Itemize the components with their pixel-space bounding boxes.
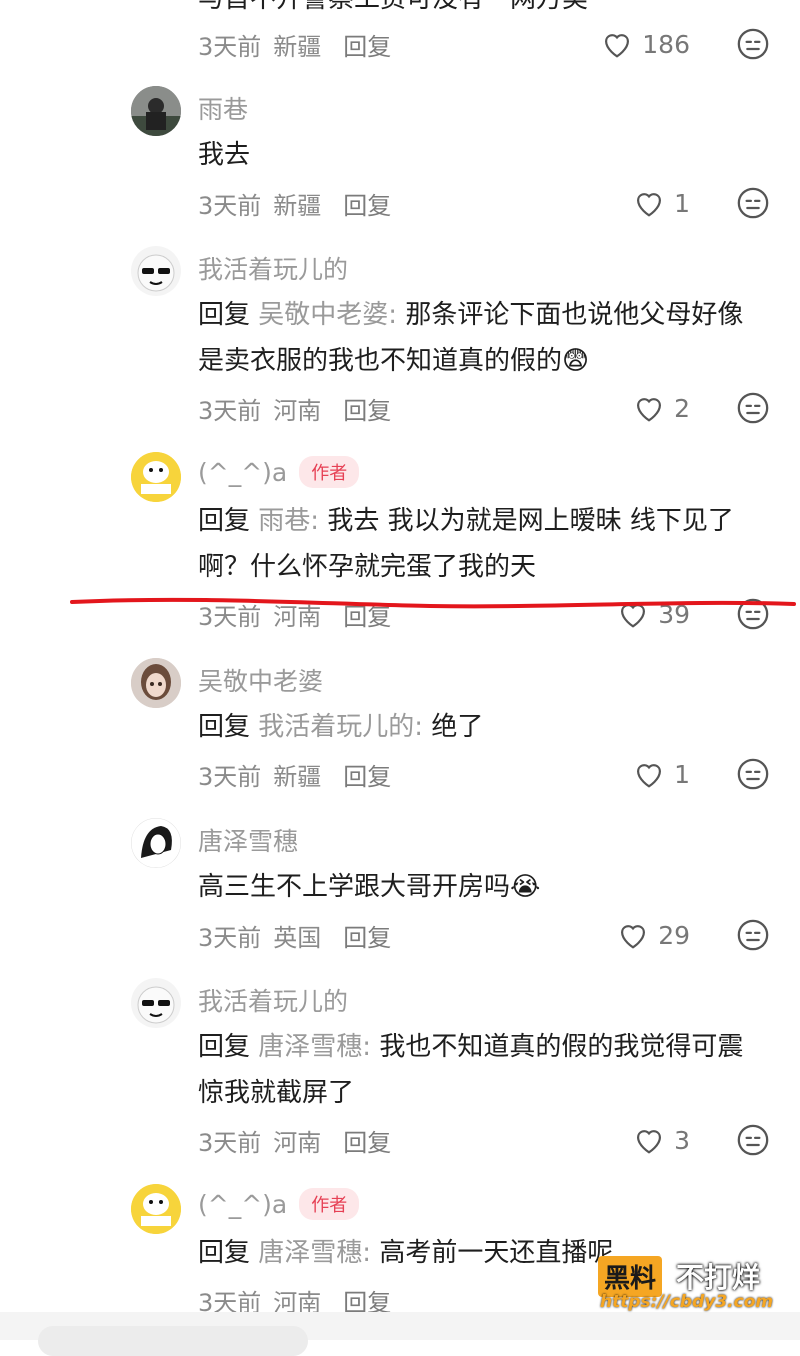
comment-text: 回复 雨巷: 我去 我以为就是网上暧昧 线下见了啊？什么怀孕就完蛋了我的天 [198,506,734,582]
avatar[interactable] [131,1184,181,1234]
heart-outline-icon [621,604,646,628]
avatar[interactable] [131,246,181,296]
reply-button[interactable]: 回复 [343,918,391,953]
like-button[interactable]: 29 [616,920,690,950]
meh-face-icon[interactable] [736,918,770,952]
watermark-url: https://cbdy3.com [600,1292,774,1312]
comment-location: 河南 [273,396,322,425]
meh-face-icon[interactable] [736,1123,770,1157]
like-count: 186 [642,29,690,59]
username[interactable]: (^_^)a 作者 [198,456,360,488]
heart-outline-icon [637,764,662,788]
meh-face-icon[interactable] [736,186,770,220]
reply-prefix: 回复 [198,1032,251,1062]
username[interactable]: 我活着玩儿的 [198,982,348,1018]
reply-button[interactable]: 回复 [343,391,391,426]
meh-face-icon[interactable] [736,757,770,791]
comment-input[interactable] [38,1326,308,1356]
like-count: 3 [674,1125,690,1155]
reply-prefix: 回复 [198,1238,251,1268]
avatar[interactable] [131,818,181,868]
comment-time: 3天前 [198,396,262,425]
watermark-badge: 黑料 [598,1256,663,1297]
reply-button[interactable]: 回复 [343,186,391,221]
avatar[interactable] [131,452,181,502]
reply-prefix: 回复 [198,300,251,330]
reply-prefix: 回复 [198,506,251,536]
comment-location: 新疆 [273,762,322,791]
comment-time: 3天前 [198,1128,262,1157]
comment-location: 新疆 [273,32,322,61]
comment-time: 3天前 [198,923,262,952]
comment-meta-row: 3天前 河南 回复 39 [198,594,770,634]
reply-button[interactable]: 回复 [343,1123,391,1158]
like-count: 1 [674,759,690,789]
emoji-sticker: 😭 [510,872,541,902]
heart-outline-icon [637,193,662,217]
like-count: 29 [658,920,690,950]
like-count: 39 [658,599,690,629]
reply-target[interactable]: 唐泽雪穗: [258,1032,371,1062]
username[interactable]: 雨巷 [198,90,248,126]
comment-time: 3天前 [198,191,262,220]
heart-outline-icon [637,398,662,422]
like-button[interactable]: 1 [632,188,690,218]
like-count: 2 [674,393,690,423]
comment-time: 3天前 [198,762,262,791]
comment-text: 回复 唐泽雪穗: 我也不知道真的假的我觉得可震惊我就截屏了 [198,1032,744,1108]
username[interactable]: 吴敬中老婆 [198,662,323,698]
reply-target[interactable]: 唐泽雪穗: [258,1238,371,1268]
comment-meta-row: 3天前 河南 回复 2 [198,388,770,428]
comment-meta-row: 3天前 河南 回复 3 [198,1120,770,1160]
comment-time: 3天前 [198,32,262,61]
avatar[interactable] [131,86,181,136]
meh-face-icon[interactable] [736,391,770,425]
heart-outline-icon [605,34,630,58]
meh-face-icon[interactable] [736,27,770,61]
username[interactable]: 唐泽雪穗 [198,822,298,858]
comment-text: 回复 吴敬中老婆: 那条评论下面也说他父母好像是卖衣服的我也不知道真的假的😨 [198,300,744,376]
comment-location: 河南 [273,602,322,631]
username[interactable]: (^_^)a 作者 [198,1188,360,1220]
reply-prefix: 回复 [198,712,251,742]
comment-time: 3天前 [198,602,262,631]
like-button[interactable]: 3 [632,1125,690,1155]
emoji-sticker: 😨 [562,346,590,376]
comment-location: 河南 [273,1128,322,1157]
heart-outline-icon [637,1130,662,1154]
author-badge: 作者 [299,1188,360,1220]
comment-location: 英国 [273,923,322,952]
comment-meta-row: 3天前 新疆 回复 1 [198,183,770,223]
like-button[interactable]: 186 [600,29,690,59]
reply-target[interactable]: 吴敬中老婆: [258,300,397,330]
like-count: 1 [674,188,690,218]
like-button[interactable]: 1 [632,759,690,789]
watermark-text: 不打烊 [676,1261,761,1294]
heart-outline-icon [621,925,646,949]
like-button[interactable]: 2 [632,393,690,423]
reply-button[interactable]: 回复 [343,597,391,632]
reply-target[interactable]: 雨巷: [258,506,319,536]
meh-face-icon[interactable] [736,597,770,631]
comment-meta-row: 3天前 新疆 回复 1 [198,754,770,794]
avatar[interactable] [131,658,181,708]
watermark: 黑料 不打烊 https://cbdy3.com [598,1256,778,1318]
reply-button[interactable]: 回复 [343,27,391,62]
avatar[interactable] [131,978,181,1028]
username[interactable]: 我活着玩儿的 [198,250,348,286]
comment-text: 我去 [198,140,251,170]
cut-comment-text: 与首不开警察工资可没有一网万类 [198,0,588,15]
comment-text: 高三生不上学跟大哥开房吗😭 [198,872,541,902]
comment-text: 回复 我活着玩儿的: 绝了 [198,712,484,742]
comment-meta-row: 3天前 英国 回复 29 [198,915,770,955]
comment-meta-row: 3天前 新疆 回复 186 [198,24,770,64]
comment-location: 新疆 [273,191,322,220]
reply-button[interactable]: 回复 [343,757,391,792]
like-button[interactable]: 39 [616,599,690,629]
author-badge: 作者 [299,456,360,488]
reply-target[interactable]: 我活着玩儿的: [258,712,423,742]
